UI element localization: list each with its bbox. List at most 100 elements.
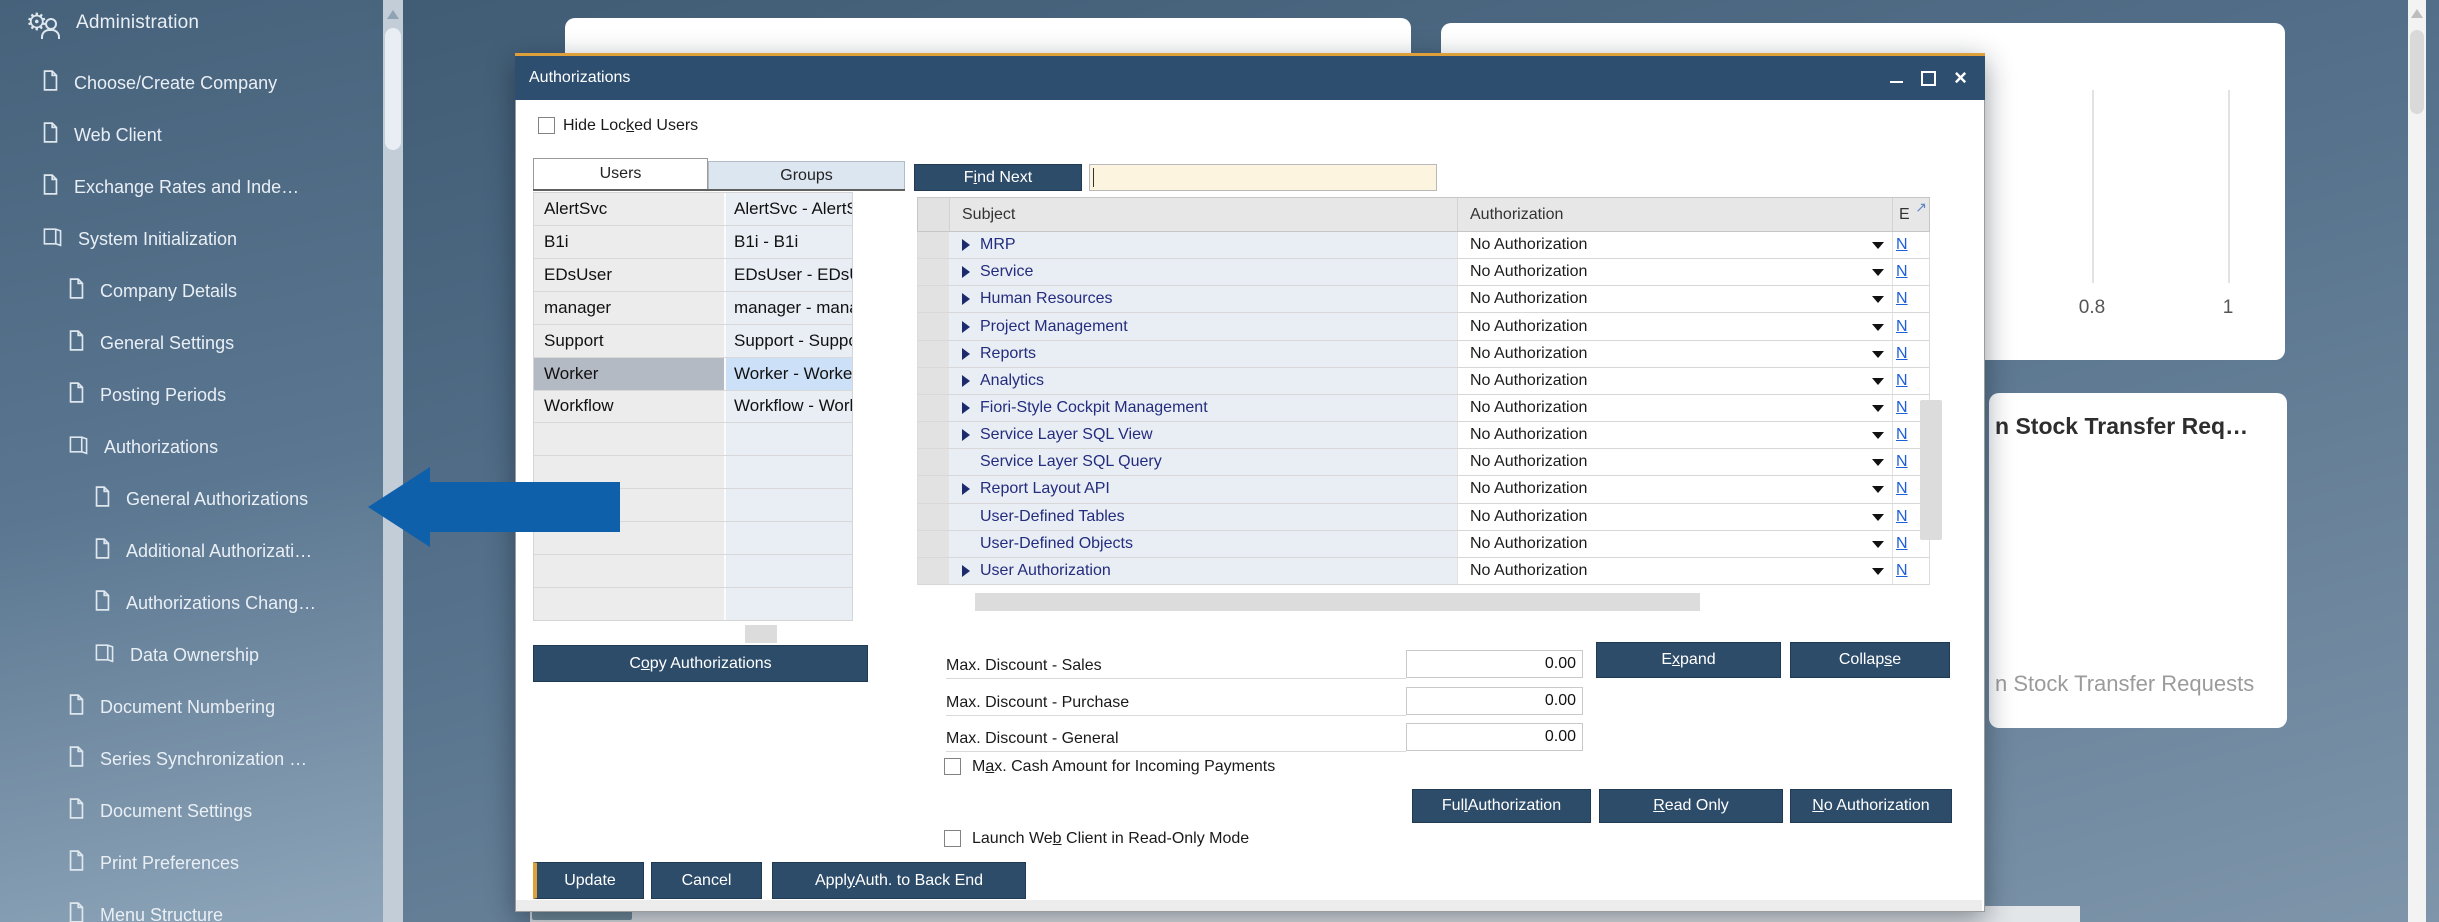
expand-corner-icon[interactable]: ↗	[1915, 199, 1927, 216]
expand-triangle-icon[interactable]	[962, 375, 970, 387]
table-hscroll-thumb[interactable]	[975, 593, 1700, 611]
sidebar-item-authorizations-chang[interactable]: Authorizations Chang…	[0, 577, 383, 629]
sidebar-item-document-settings[interactable]: Document Settings	[0, 785, 383, 837]
authorization-link[interactable]: N	[1896, 480, 1908, 498]
user-code-cell[interactable]: EDsUser	[534, 259, 726, 291]
dropdown-arrow-icon[interactable]	[1872, 351, 1884, 358]
user-description-cell[interactable]	[726, 489, 852, 521]
row-selector-cell[interactable]	[918, 341, 950, 367]
expand-triangle-icon[interactable]	[962, 483, 970, 495]
user-row-b1i[interactable]: B1iB1i - B1i	[534, 226, 852, 259]
user-row-empty[interactable]	[534, 588, 852, 620]
authorization-dropdown[interactable]: No Authorization	[1457, 504, 1892, 530]
user-row-alertsvc[interactable]: AlertSvcAlertSvc - AlertS	[534, 193, 852, 226]
sidebar-item-print-preferences[interactable]: Print Preferences	[0, 837, 383, 889]
user-description-cell[interactable]: Worker - Worke	[726, 358, 852, 390]
user-description-cell[interactable]: manager - mana	[726, 292, 852, 324]
authorization-column-header[interactable]: Authorization	[1457, 198, 1892, 231]
dropdown-arrow-icon[interactable]	[1872, 459, 1884, 466]
row-selector-cell[interactable]	[918, 504, 950, 530]
maximize-icon[interactable]	[1921, 71, 1936, 86]
subject-cell[interactable]: Service Layer SQL View	[950, 422, 1457, 448]
row-selector-cell[interactable]	[918, 449, 950, 475]
authorization-dropdown[interactable]: No Authorization	[1457, 232, 1892, 258]
user-row-empty[interactable]	[534, 555, 852, 588]
subject-cell[interactable]: Fiori-Style Cockpit Management	[950, 395, 1457, 421]
expand-triangle-icon[interactable]	[962, 321, 970, 333]
user-description-cell[interactable]	[726, 588, 852, 620]
authorization-dropdown[interactable]: No Authorization	[1457, 422, 1892, 448]
dropdown-arrow-icon[interactable]	[1872, 378, 1884, 385]
subject-cell[interactable]: User-Defined Objects	[950, 531, 1457, 557]
launch-web-client-checkbox[interactable]	[944, 830, 961, 847]
scrollbar-thumb[interactable]	[385, 28, 401, 150]
row-selector-cell[interactable]	[918, 395, 950, 421]
authorization-dropdown[interactable]: No Authorization	[1457, 395, 1892, 421]
expand-triangle-icon[interactable]	[962, 266, 970, 278]
authorization-link[interactable]: N	[1896, 263, 1908, 281]
users-list-hscroll-thumb[interactable]	[745, 625, 777, 643]
sidebar-item-general-settings[interactable]: General Settings	[0, 317, 383, 369]
user-description-cell[interactable]: B1i - B1i	[726, 226, 852, 258]
dropdown-arrow-icon[interactable]	[1872, 242, 1884, 249]
read-only-button[interactable]: Read Only	[1599, 789, 1783, 823]
sidebar-header[interactable]: ⚙ Administration	[0, 0, 383, 46]
minimize-icon[interactable]	[1890, 81, 1903, 83]
dialog-titlebar[interactable]: Authorizations ×	[515, 56, 1985, 100]
row-selector-cell[interactable]	[918, 232, 950, 258]
user-code-cell[interactable]	[534, 423, 726, 455]
update-button[interactable]: Update	[533, 862, 644, 899]
sidebar-item-general-authorizations[interactable]: General Authorizations	[0, 473, 383, 525]
user-description-cell[interactable]: EDsUser - EDsU	[726, 259, 852, 291]
scroll-up-icon[interactable]	[387, 10, 399, 19]
dropdown-arrow-icon[interactable]	[1872, 324, 1884, 331]
authorization-link[interactable]: N	[1896, 535, 1908, 553]
cancel-button[interactable]: Cancel	[651, 862, 762, 899]
scrollbar-thumb[interactable]	[2410, 30, 2424, 114]
copy-authorizations-button[interactable]: Copy Authorizations	[533, 645, 868, 682]
subject-cell[interactable]: Service	[950, 259, 1457, 285]
discount-value-field[interactable]: 0.00	[1406, 723, 1583, 751]
sidebar-item-system-initialization[interactable]: System Initialization	[0, 213, 383, 265]
sidebar-item-exchange-rates-and-inde[interactable]: Exchange Rates and Inde…	[0, 161, 383, 213]
expand-triangle-icon[interactable]	[962, 565, 970, 577]
discount-value-field[interactable]: 0.00	[1406, 687, 1583, 715]
subject-cell[interactable]: Human Resources	[950, 286, 1457, 312]
sidebar-item-data-ownership[interactable]: Data Ownership	[0, 629, 383, 681]
user-row-manager[interactable]: managermanager - mana	[534, 292, 852, 325]
sidebar-item-posting-periods[interactable]: Posting Periods	[0, 369, 383, 421]
authorization-dropdown[interactable]: No Authorization	[1457, 476, 1892, 502]
authorization-dropdown[interactable]: No Authorization	[1457, 341, 1892, 367]
user-description-cell[interactable]	[726, 456, 852, 488]
dropdown-arrow-icon[interactable]	[1872, 432, 1884, 439]
authorization-dropdown[interactable]: No Authorization	[1457, 449, 1892, 475]
sidebar-item-authorizations[interactable]: Authorizations	[0, 421, 383, 473]
collapse-button[interactable]: Collapse	[1790, 642, 1950, 678]
row-selector-cell[interactable]	[918, 368, 950, 394]
max-cash-checkbox[interactable]	[944, 758, 961, 775]
sidebar-item-menu-structure[interactable]: Menu Structure	[0, 889, 383, 922]
find-input[interactable]	[1089, 164, 1437, 191]
user-description-cell[interactable]: Workflow - Worl	[726, 391, 852, 423]
close-icon[interactable]: ×	[1954, 68, 1967, 88]
tab-users[interactable]: Users	[533, 158, 708, 189]
authorization-link[interactable]: N	[1896, 372, 1908, 390]
dropdown-arrow-icon[interactable]	[1872, 541, 1884, 548]
authorization-dropdown[interactable]: No Authorization	[1457, 259, 1892, 285]
hide-locked-users-checkbox[interactable]	[538, 117, 555, 134]
user-row-edsuser[interactable]: EDsUserEDsUser - EDsU	[534, 259, 852, 292]
subject-cell[interactable]: Service Layer SQL Query	[950, 449, 1457, 475]
row-selector-column-header[interactable]	[918, 198, 950, 231]
user-code-cell[interactable]: Worker	[534, 358, 726, 390]
dropdown-arrow-icon[interactable]	[1872, 514, 1884, 521]
sidebar-item-additional-authorizati[interactable]: Additional Authorizati…	[0, 525, 383, 577]
apply-auth-back-end-button[interactable]: Apply Auth. to Back End	[772, 862, 1026, 899]
user-description-cell[interactable]: Support - Suppo	[726, 325, 852, 357]
expand-triangle-icon[interactable]	[962, 239, 970, 251]
table-vscroll-thumb[interactable]	[1920, 400, 1942, 540]
expand-triangle-icon[interactable]	[962, 429, 970, 441]
authorization-link[interactable]: N	[1896, 345, 1908, 363]
authorization-link[interactable]: N	[1896, 318, 1908, 336]
dropdown-arrow-icon[interactable]	[1872, 269, 1884, 276]
sidebar-item-series-synchronization[interactable]: Series Synchronization …	[0, 733, 383, 785]
